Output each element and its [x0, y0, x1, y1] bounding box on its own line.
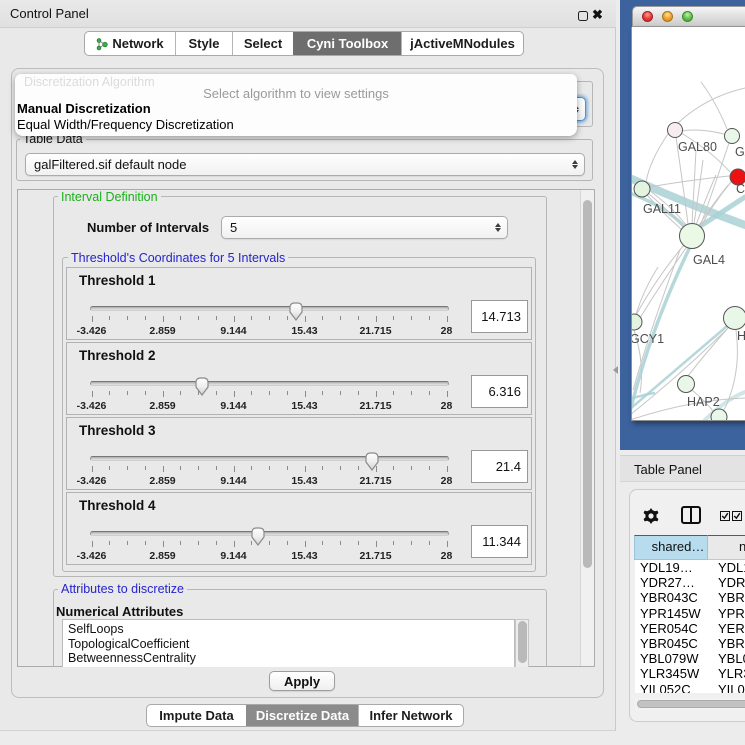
svg-text:GAL80: GAL80 [678, 140, 717, 154]
svg-text:C: C [736, 182, 745, 196]
svg-text:GCY1: GCY1 [632, 332, 664, 346]
svg-text:HAP2: HAP2 [687, 395, 720, 409]
svg-text:GAL4: GAL4 [693, 253, 725, 267]
svg-text:GAL11: GAL11 [643, 202, 681, 216]
svg-text:H: H [737, 329, 745, 343]
svg-text:GA: GA [735, 145, 745, 159]
